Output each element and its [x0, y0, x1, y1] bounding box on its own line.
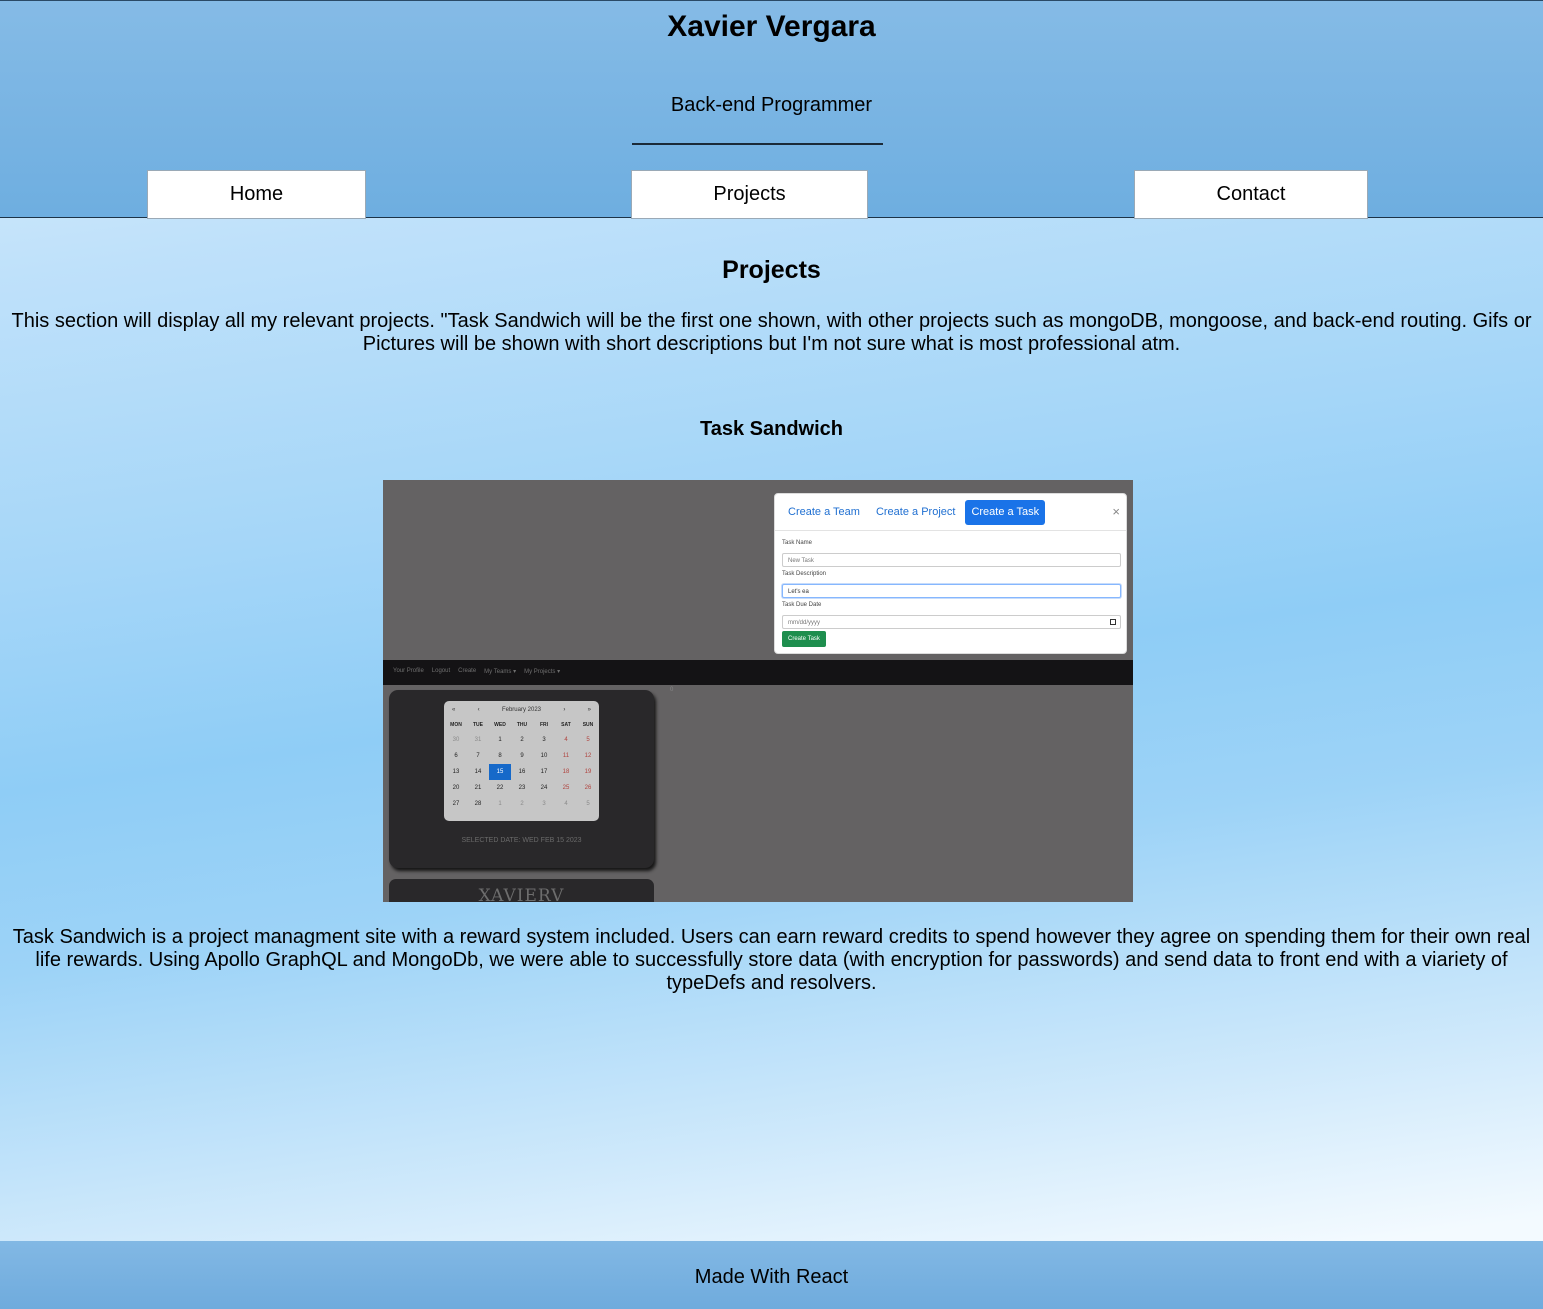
close-icon: × [1112, 504, 1120, 519]
calendar-day: 1 [498, 737, 502, 743]
calendar-grid: MON TUE WED THU FRI SAT SUN 30 31 1 2 3 4 5 6 7 8 9 10 11 12… [444, 719, 599, 812]
site-footer: Made With React [0, 1241, 1543, 1309]
calendar-day: 21 [474, 785, 482, 791]
calendar-day: 11 [562, 753, 570, 759]
calendar-day: 16 [518, 769, 526, 775]
subtitle-divider [632, 143, 883, 145]
task-due-date-label: Task Due Date [782, 602, 822, 608]
create-task-button: Create Task [782, 631, 826, 647]
app-nav-item: Logout [431, 668, 451, 674]
prev-month-icon: ‹ [477, 707, 480, 713]
calendar-day: 14 [474, 769, 482, 775]
calendar-day: 4 [564, 801, 568, 807]
calendar-day: 23 [518, 785, 526, 791]
section-description: This section will display all my relevan… [11, 310, 1532, 355]
nav-home-button[interactable]: Home [147, 170, 366, 219]
calendar-weekday: SUN [582, 722, 594, 728]
stray-mark: 0 [670, 687, 674, 693]
tab-create-team: Create a Team [788, 506, 860, 518]
task-description-field: Let's ea [782, 584, 1121, 598]
section-title: Projects [722, 256, 821, 284]
calendar-day: 24 [540, 785, 548, 791]
nav-projects-button[interactable]: Projects [631, 170, 868, 219]
calendar-header: « ‹ February 2023 › » [444, 701, 599, 719]
calendar-day: 17 [540, 769, 548, 775]
calendar-icon [1110, 619, 1116, 625]
site-subtitle: Back-end Programmer [670, 94, 873, 116]
calendar-day: 1 [498, 801, 502, 807]
brand-panel: XAVIERV [389, 879, 654, 902]
calendar-day: 18 [562, 769, 570, 775]
calendar-day: 26 [584, 785, 592, 791]
calendar-day: 30 [452, 737, 460, 743]
site-header: Xavier Vergara Back-end Programmer Home … [0, 0, 1543, 219]
tab-create-task: Create a Task [965, 500, 1046, 525]
create-modal: Create a Team Create a Project Create a … [774, 493, 1127, 654]
app-nav-item: My Projects ▾ [524, 669, 561, 675]
calendar-day: 13 [452, 769, 460, 775]
calendar-day: 27 [452, 801, 460, 807]
app-navbar: Your Profile Logout Create My Teams ▾ My Pro… [383, 660, 1133, 685]
calendar-weekday: WED [494, 722, 506, 728]
brand-logo-text: XAVIERV [478, 886, 565, 902]
calendar-day: 2 [520, 737, 524, 743]
calendar-day: 4 [564, 737, 568, 743]
task-name-field: New Task [782, 553, 1121, 567]
next-year-icon: » [587, 707, 591, 713]
project-description: Task Sandwich is a project managment sit… [12, 926, 1531, 994]
project-title: Task Sandwich [699, 418, 843, 440]
calendar-day: 31 [474, 737, 482, 743]
app-nav-item: Your Profile [393, 668, 424, 674]
calendar: « ‹ February 2023 › » MON TUE WED THU FRI SAT… [444, 701, 599, 821]
calendar-day: 5 [586, 801, 590, 807]
next-month-icon: › [563, 707, 566, 713]
calendar-weekday: MON [450, 722, 462, 728]
calendar-panel: « ‹ February 2023 › » MON TUE WED THU FRI SAT… [389, 690, 654, 868]
calendar-day: 25 [562, 785, 570, 791]
calendar-day: 5 [586, 737, 590, 743]
calendar-day: 28 [474, 801, 482, 807]
app-nav-items: Your Profile Logout Create My Teams ▾ My Pro… [393, 668, 560, 675]
date-placeholder: mm/dd/yyyy [788, 620, 821, 626]
calendar-weekday: FRI [539, 722, 549, 728]
calendar-day: 15 [489, 764, 511, 780]
calendar-day: 7 [476, 753, 480, 759]
calendar-day: 3 [542, 737, 546, 743]
calendar-weekday: TUE [473, 722, 483, 728]
calendar-day: 2 [520, 801, 524, 807]
task-due-date-field: mm/dd/yyyy [782, 615, 1121, 629]
app-nav-item: My Teams ▾ [484, 669, 517, 675]
modal-tabs: Create a Team Create a Project Create a … [782, 500, 1046, 525]
calendar-day: 9 [520, 753, 524, 759]
calendar-day: 19 [584, 769, 592, 775]
tab-create-project: Create a Project [875, 506, 956, 518]
calendar-day: 20 [452, 785, 460, 791]
site-title: Xavier Vergara [667, 10, 876, 43]
calendar-weekday: SAT [561, 722, 571, 728]
calendar-day: 22 [496, 785, 504, 791]
app-nav-item: Create [458, 668, 477, 674]
selected-date: SELECTED DATE: WED FEB 15 2023 [461, 837, 582, 844]
modal-divider [775, 530, 1126, 531]
calendar-day: 12 [584, 753, 592, 759]
prev-year-icon: « [452, 707, 456, 713]
calendar-day: 3 [542, 801, 546, 807]
task-name-label: Task Name [782, 540, 813, 546]
footer-text: Made With React [694, 1266, 849, 1288]
project-screenshot: Create a Team Create a Project Create a … [383, 480, 1133, 902]
nav-contact-button[interactable]: Contact [1134, 170, 1368, 219]
calendar-day: 8 [498, 753, 502, 759]
task-description-label: Task Description [782, 571, 827, 577]
calendar-month: February 2023 [501, 707, 541, 713]
calendar-day: 6 [454, 753, 458, 759]
calendar-weekday: THU [516, 722, 528, 728]
calendar-day: 10 [540, 753, 548, 759]
